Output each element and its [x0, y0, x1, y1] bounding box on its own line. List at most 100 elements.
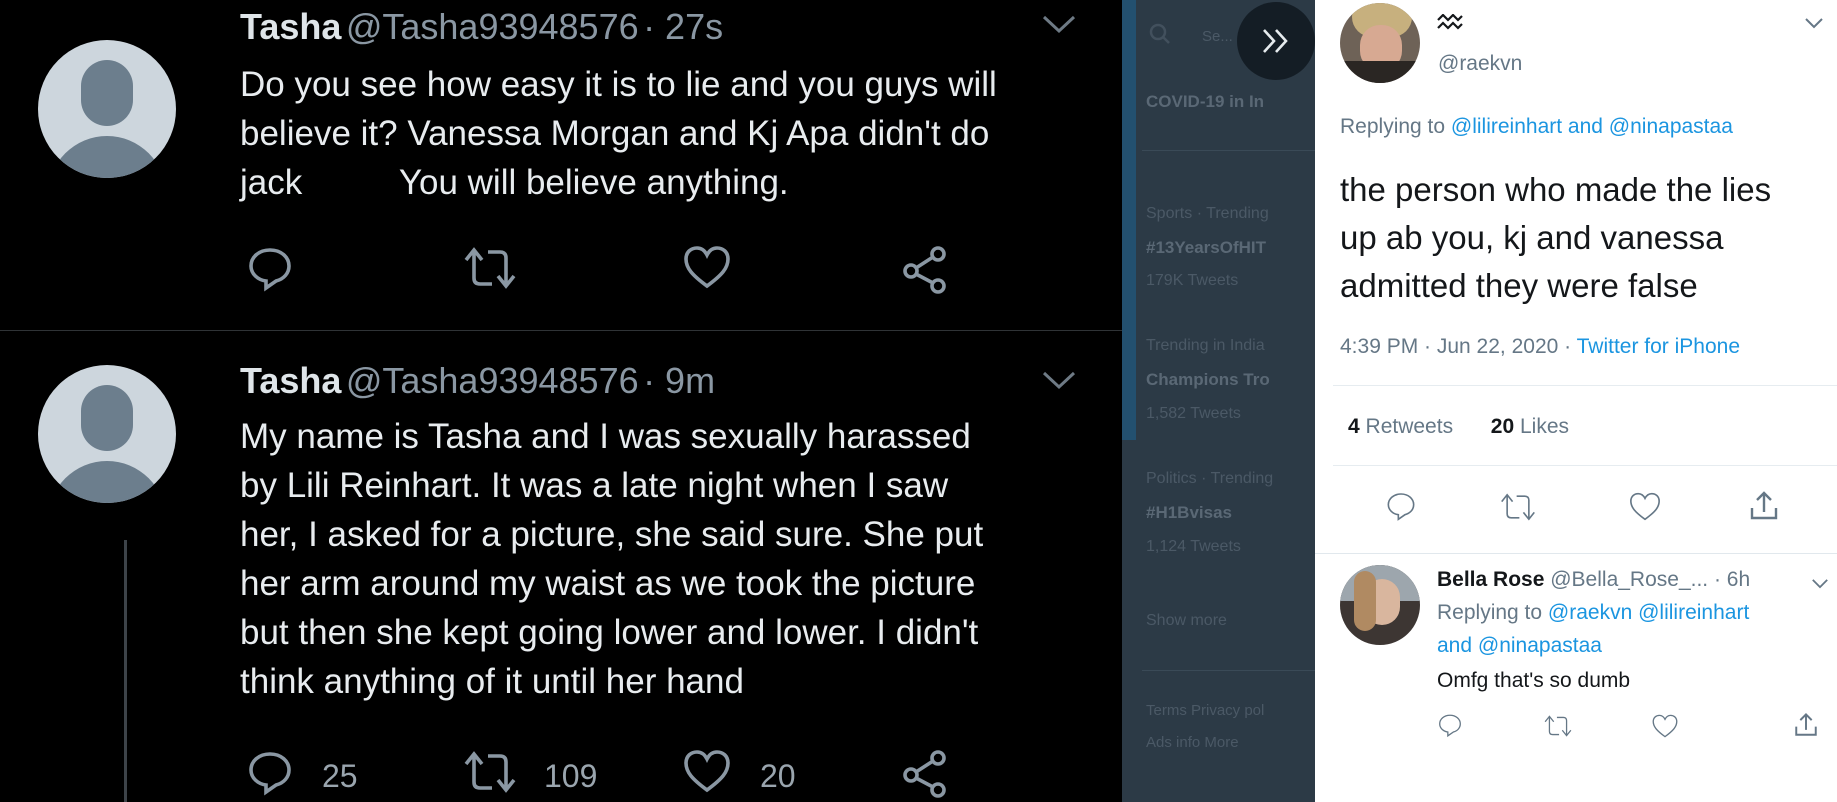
default-avatar[interactable] [38, 40, 176, 178]
tweet-time[interactable]: · 27s [643, 6, 723, 47]
tweet-line: jack You will believe anything. [240, 163, 789, 202]
footer-links[interactable]: Ads info More [1146, 734, 1239, 751]
like-icon[interactable] [1628, 491, 1662, 527]
tweet-header: Tasha @Tasha93948576 · 9m [240, 360, 715, 402]
author-avatar[interactable] [1340, 3, 1420, 83]
author-handle[interactable]: @Tasha93948576 [346, 6, 639, 47]
search-placeholder[interactable]: Se... [1202, 28, 1233, 45]
trend-divider [1142, 670, 1315, 671]
trend-context: Sports · Trending [1146, 205, 1269, 222]
show-more-link[interactable]: Show more [1146, 612, 1227, 630]
replying-handles[interactable]: @lilireinhart and @ninapastaa [1451, 115, 1733, 138]
reply-icon[interactable] [1437, 712, 1463, 743]
dimmed-sidebar: Se... COVID-19 in In Sports · Trending #… [1122, 0, 1315, 802]
trend-context: Trending in India [1146, 337, 1265, 354]
retweets-stat[interactable]: 4 Retweets [1348, 415, 1453, 438]
reply-handle-time[interactable]: @Bella_Rose_... · 6h [1550, 568, 1750, 591]
engagement-stats: 4 Retweets 20 Likes [1348, 415, 1569, 439]
tweet-line: believe it? Vanessa Morgan and Kj Apa di… [240, 114, 990, 153]
like-icon[interactable] [682, 748, 732, 799]
detail-tweet-text: the person who made the lies up ab you, … [1340, 166, 1771, 310]
like-icon[interactable] [1651, 713, 1679, 744]
share-icon[interactable] [1748, 490, 1780, 527]
replying-and: and [1437, 634, 1473, 657]
author-handle[interactable]: @raekvn [1438, 52, 1522, 76]
tweet-line: admitted they were false [1340, 267, 1698, 304]
tweet-meta: 4:39 PM · Jun 22, 2020 · Twitter for iPh… [1340, 335, 1740, 359]
replying-handles[interactable]: @ninapastaa [1478, 634, 1602, 657]
tweet-line: her arm around my waist as we took the p… [240, 564, 976, 603]
tweet-line: by Lili Reinhart. It was a late night wh… [240, 466, 949, 505]
replying-prefix: Replying to [1437, 601, 1543, 624]
tweet-header: Tasha @Tasha93948576 · 27s [240, 6, 723, 48]
reply-text: Omfg that's so dumb [1437, 669, 1631, 692]
reply-icon[interactable] [246, 244, 294, 297]
trend-count: 1,124 Tweets [1146, 538, 1241, 555]
like-icon[interactable] [682, 244, 732, 295]
reply-author-name[interactable]: Bella Rose [1437, 568, 1544, 591]
tweet-line: Do you see how easy it is to lie and you… [240, 65, 997, 104]
retweet-icon[interactable] [1543, 714, 1573, 743]
double-chevron-right-icon [1263, 29, 1288, 53]
detail-divider [1333, 385, 1837, 386]
retweet-icon[interactable] [462, 750, 518, 799]
trend-count: 179K Tweets [1146, 272, 1239, 289]
tweet-line: the person who made the lies [1340, 171, 1772, 208]
trend-name[interactable]: #13YearsOfHIT [1146, 238, 1266, 258]
reply-replying-to: Replying to @raekvn @lilireinhart [1437, 601, 1749, 625]
sidebar-accent-bar [1122, 0, 1136, 440]
retweet-icon[interactable] [462, 246, 518, 295]
trend-name[interactable]: Champions Tro [1146, 370, 1270, 390]
trend-context: Politics · Trending [1146, 470, 1274, 487]
trend-name[interactable]: COVID-19 in In [1146, 92, 1264, 112]
tweet-timestamp[interactable]: 4:39 PM · Jun 22, 2020 · [1340, 335, 1571, 358]
tweet-time[interactable]: · 9m [643, 360, 715, 401]
author-name[interactable]: Tasha [240, 6, 341, 47]
like-count: 20 [760, 758, 796, 794]
tweet-line: think anything of it until her hand [240, 662, 744, 701]
tweet-card[interactable]: Tasha @Tasha93948576 · 9m My name is Tas… [0, 330, 1122, 802]
footer-links[interactable]: Terms Privacy pol [1146, 702, 1264, 719]
chevron-down-icon[interactable] [1804, 16, 1824, 34]
trend-name[interactable]: #H1Bvisas [1146, 503, 1232, 523]
trend-count: 1,582 Tweets [1146, 405, 1241, 422]
likes-label: Likes [1519, 415, 1569, 438]
replying-prefix: Replying to [1340, 115, 1446, 138]
reply-divider [1315, 553, 1837, 554]
tweet-source[interactable]: Twitter for iPhone [1577, 335, 1740, 358]
reply-icon[interactable] [1385, 490, 1417, 527]
tweet-detail-panel: @raekvn Replying to @lilireinhart and @n… [1315, 0, 1837, 802]
chevron-down-icon[interactable] [1811, 576, 1829, 594]
author-handle[interactable]: @Tasha93948576 [346, 360, 639, 401]
tweet-card[interactable]: Tasha @Tasha93948576 · 27s Do you see ho… [0, 0, 1122, 328]
reply-header: Bella Rose @Bella_Rose_... · 6h [1437, 568, 1750, 592]
default-avatar[interactable] [38, 365, 176, 503]
likes-count: 20 [1490, 415, 1515, 438]
tweet-line: but then she kept going lower and lower.… [240, 613, 979, 652]
reply-count: 25 [322, 758, 358, 794]
retweets-count: 4 [1348, 415, 1360, 438]
thread-line [124, 540, 127, 802]
retweet-icon[interactable] [1499, 492, 1537, 527]
replying-handles[interactable]: @raekvn @lilireinhart [1548, 601, 1749, 624]
tweet-line: My name is Tasha and I was sexually hara… [240, 417, 971, 456]
author-name[interactable]: Tasha [240, 360, 341, 401]
reply-icon[interactable] [246, 748, 294, 801]
retweets-label: Retweets [1365, 415, 1454, 438]
detail-divider [1333, 465, 1837, 466]
chevron-down-icon[interactable] [1042, 370, 1076, 395]
reply-replying-to-cont: and @ninapastaa [1437, 634, 1602, 658]
chevron-down-icon[interactable] [1042, 14, 1076, 39]
search-icon[interactable] [1148, 22, 1172, 51]
replying-to: Replying to @lilireinhart and @ninapasta… [1340, 115, 1733, 139]
expand-button[interactable] [1237, 2, 1315, 80]
retweet-count: 109 [544, 758, 598, 794]
reply-avatar[interactable] [1340, 565, 1420, 645]
trend-divider [1142, 150, 1315, 151]
dark-timeline: Tasha @Tasha93948576 · 27s Do you see ho… [0, 0, 1122, 802]
share-icon[interactable] [1793, 712, 1819, 743]
share-icon[interactable] [900, 244, 950, 299]
tweet-line: up ab you, kj and vanessa [1340, 219, 1724, 256]
likes-stat[interactable]: 20 Likes [1491, 415, 1569, 438]
share-icon[interactable] [900, 748, 950, 802]
